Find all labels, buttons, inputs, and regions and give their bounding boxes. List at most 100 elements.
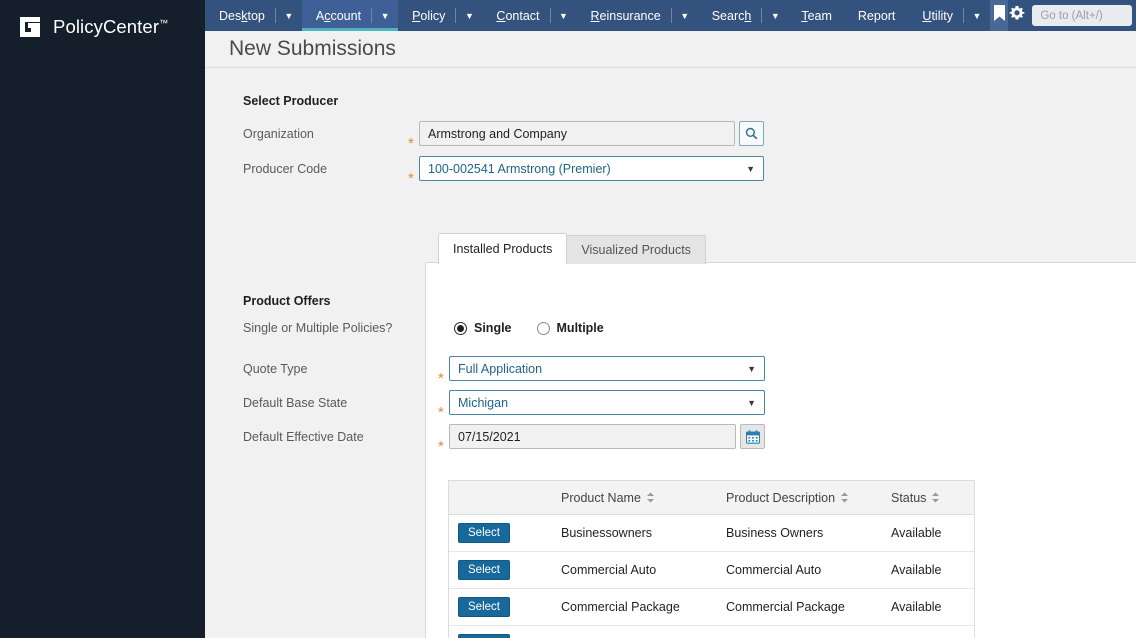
sort-icon[interactable] — [646, 492, 655, 503]
table-cell-product-description: Business Owners — [726, 526, 891, 540]
required-indicator: * — [408, 136, 414, 151]
default-base-state-row: Default Base State * Michigan ▼ — [243, 390, 765, 415]
top-navigation-bar: Desktop ▼ Account ▼ Policy ▼ Contact ▼ R… — [205, 0, 1136, 31]
quote-type-select[interactable]: Full Application ▼ — [449, 356, 765, 381]
goto-search-box[interactable] — [1032, 5, 1132, 26]
bookmark-button[interactable] — [990, 0, 1008, 31]
app-logo-text: PolicyCenter™ — [53, 16, 168, 38]
producer-code-label: Producer Code — [243, 162, 408, 176]
nav-item-reinsurance[interactable]: Reinsurance ▼ — [577, 0, 698, 31]
select-button[interactable]: Select — [458, 634, 510, 638]
table-cell-product-name: Commercial Package — [561, 600, 726, 614]
chevron-down-icon[interactable]: ▼ — [372, 0, 398, 31]
nav-item-contact[interactable]: Contact ▼ — [482, 0, 576, 31]
left-sidebar: PolicyCenter™ — [0, 0, 205, 638]
radio-single-label: Single — [474, 321, 512, 335]
nav-item-account[interactable]: Account ▼ — [302, 0, 398, 31]
table-header-status[interactable]: Status — [891, 491, 975, 505]
chevron-down-icon[interactable]: ▼ — [276, 0, 302, 31]
policy-count-row: Single or Multiple Policies? Single Mult… — [243, 321, 604, 335]
tab-visualized-products[interactable]: Visualized Products — [566, 235, 706, 264]
table-header-status-label: Status — [891, 491, 926, 505]
producer-code-field-row: Producer Code * 100-002541 Armstrong (Pr… — [243, 156, 803, 181]
table-cell-product-name: Businessowners — [561, 526, 726, 540]
guidewire-g-logo-icon — [17, 14, 43, 40]
table-row: Select Commercial Package Commercial Pac… — [449, 589, 974, 626]
sort-icon[interactable] — [840, 492, 849, 503]
table-cell-select: Select — [449, 560, 561, 580]
tab-installed-products-label: Installed Products — [453, 242, 552, 256]
nav-item-search[interactable]: Search ▼ — [698, 0, 789, 31]
nav-item-reinsurance-label: Reinsurance — [591, 9, 671, 23]
select-button[interactable]: Select — [458, 523, 510, 543]
nav-item-utility[interactable]: Utility ▼ — [908, 0, 990, 31]
radio-multiple-label: Multiple — [557, 321, 604, 335]
chevron-down-icon[interactable]: ▼ — [964, 0, 990, 31]
goto-search-input[interactable] — [1032, 5, 1132, 26]
table-cell-product-description: Commercial Package — [726, 600, 891, 614]
date-picker-button[interactable] — [740, 424, 765, 449]
nav-item-report[interactable]: Report — [845, 0, 909, 31]
table-cell-status: Available — [891, 526, 975, 540]
app-logo[interactable]: PolicyCenter™ — [17, 14, 168, 40]
quote-type-label: Quote Type — [243, 362, 438, 376]
radio-multiple-input[interactable] — [537, 322, 550, 335]
organization-input[interactable]: Armstrong and Company — [419, 121, 735, 146]
default-effective-date-row: Default Effective Date * 07/15/2021 — [243, 424, 765, 449]
chevron-down-icon: ▼ — [746, 164, 755, 174]
table-header-product-description-label: Product Description — [726, 491, 835, 505]
policy-count-label: Single or Multiple Policies? — [243, 321, 454, 335]
title-divider — [205, 67, 1136, 68]
table-cell-select: Select — [449, 523, 561, 543]
nav-item-team[interactable]: Team — [788, 0, 845, 31]
default-effective-date-input[interactable]: 07/15/2021 — [449, 424, 736, 449]
table-row: Select Commercial Auto Commercial Auto A… — [449, 552, 974, 589]
nav-item-search-label: Search — [712, 9, 762, 23]
table-cell-product-name: Commercial Auto — [561, 563, 726, 577]
select-producer-heading: Select Producer — [243, 94, 338, 108]
nav-item-team-label: Team — [801, 9, 832, 23]
product-offers-table: Product Name Product Description — [448, 480, 975, 638]
policycenter-app: PolicyCenter™ Desktop ▼ Account ▼ Policy… — [0, 0, 1136, 638]
bookmark-icon — [994, 5, 1005, 26]
nav-item-policy-label: Policy — [412, 9, 455, 23]
chevron-down-icon[interactable]: ▼ — [672, 0, 698, 31]
required-indicator: * — [438, 371, 444, 386]
table-cell-product-description: Commercial Auto — [726, 563, 891, 577]
table-cell-status: Available — [891, 563, 975, 577]
producer-code-value: 100-002541 Armstrong (Premier) — [428, 162, 611, 176]
required-indicator: * — [438, 439, 444, 454]
organization-label: Organization — [243, 127, 408, 141]
page-title: New Submissions — [229, 37, 396, 61]
select-button[interactable]: Select — [458, 560, 510, 580]
radio-option-single[interactable]: Single — [454, 321, 512, 335]
nav-item-utility-label: Utility — [922, 9, 963, 23]
nav-item-desktop[interactable]: Desktop ▼ — [205, 0, 302, 31]
table-header-product-description[interactable]: Product Description — [726, 491, 891, 505]
table-cell-select: Select — [449, 597, 561, 617]
default-base-state-value: Michigan — [458, 396, 508, 410]
chevron-down-icon[interactable]: ▼ — [762, 0, 788, 31]
product-offers-heading: Product Offers — [243, 294, 331, 308]
chevron-down-icon[interactable]: ▼ — [456, 0, 482, 31]
organization-field-row: Organization * Armstrong and Company — [243, 121, 803, 146]
tab-installed-products[interactable]: Installed Products — [438, 233, 567, 264]
radio-single-input[interactable] — [454, 322, 467, 335]
gear-icon — [1009, 5, 1025, 26]
producer-code-select[interactable]: 100-002541 Armstrong (Premier) ▼ — [419, 156, 764, 181]
settings-button[interactable] — [1008, 0, 1026, 31]
chevron-down-icon[interactable]: ▼ — [551, 0, 577, 31]
radio-option-multiple[interactable]: Multiple — [537, 321, 604, 335]
default-base-state-select[interactable]: Michigan ▼ — [449, 390, 765, 415]
table-header-product-name[interactable]: Product Name — [561, 491, 726, 505]
required-indicator: * — [438, 405, 444, 420]
chevron-down-icon: ▼ — [747, 398, 756, 408]
quote-type-value: Full Application — [458, 362, 542, 376]
sort-icon[interactable] — [931, 492, 940, 503]
default-base-state-label: Default Base State — [243, 396, 438, 410]
table-cell-status: Available — [891, 600, 975, 614]
organization-search-button[interactable] — [739, 121, 764, 146]
nav-item-report-label: Report — [858, 9, 896, 23]
select-button[interactable]: Select — [458, 597, 510, 617]
nav-item-policy[interactable]: Policy ▼ — [398, 0, 482, 31]
